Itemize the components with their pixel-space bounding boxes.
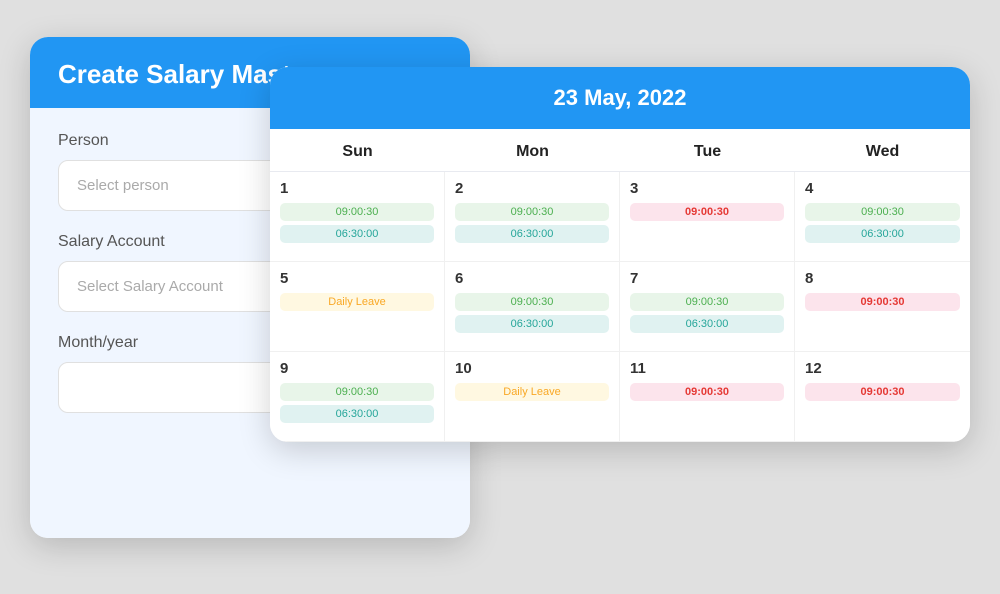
cal-date-2: 2: [455, 180, 609, 197]
day-header-sun: Sun: [270, 129, 445, 172]
badge: 06:30:00: [280, 405, 434, 423]
cal-cell-2[interactable]: 2 09:00:30 06:30:00: [445, 172, 620, 262]
badge: 06:30:00: [455, 315, 609, 333]
badge: 09:00:30: [630, 383, 784, 401]
cal-cell-8[interactable]: 8 09:00:30: [795, 262, 970, 352]
badge: 09:00:30: [280, 203, 434, 221]
cal-date-9: 9: [280, 360, 434, 377]
cal-cell-7[interactable]: 7 09:00:30 06:30:00: [620, 262, 795, 352]
cal-cell-3[interactable]: 3 09:00:30: [620, 172, 795, 262]
cal-date-12: 12: [805, 360, 960, 377]
calendar-header: 23 May, 2022: [270, 67, 970, 129]
salary-account-placeholder: Select Salary Account: [77, 278, 223, 295]
badge: Daily Leave: [455, 383, 609, 401]
day-header-wed: Wed: [795, 129, 970, 172]
badge: 06:30:00: [630, 315, 784, 333]
day-header-mon: Mon: [445, 129, 620, 172]
cal-cell-5[interactable]: 5 Daily Leave: [270, 262, 445, 352]
cal-date-11: 11: [630, 360, 784, 377]
cal-cell-10[interactable]: 10 Daily Leave: [445, 352, 620, 442]
badge: 09:00:30: [805, 293, 960, 311]
badge: 06:30:00: [280, 225, 434, 243]
cal-date-3: 3: [630, 180, 784, 197]
cal-date-5: 5: [280, 270, 434, 287]
badge: 09:00:30: [455, 293, 609, 311]
badge: 09:00:30: [630, 293, 784, 311]
cal-cell-6[interactable]: 6 09:00:30 06:30:00: [445, 262, 620, 352]
cal-date-6: 6: [455, 270, 609, 287]
cal-date-7: 7: [630, 270, 784, 287]
badge: 09:00:30: [805, 203, 960, 221]
badge: 09:00:30: [455, 203, 609, 221]
cal-date-4: 4: [805, 180, 960, 197]
calendar-grid: SunMonTueWed 1 09:00:30 06:30:00 2 09:00:30 06…: [270, 129, 970, 442]
cal-cell-4[interactable]: 4 09:00:30 06:30:00: [795, 172, 970, 262]
cal-cell-11[interactable]: 11 09:00:30: [620, 352, 795, 442]
badge: Daily Leave: [280, 293, 434, 311]
badge: 06:30:00: [455, 225, 609, 243]
badge: 09:00:30: [280, 383, 434, 401]
calendar-card: 23 May, 2022 SunMonTueWed 1 09:00:30 06:30:…: [270, 67, 970, 442]
person-placeholder: Select person: [77, 177, 169, 194]
badge: 09:00:30: [630, 203, 784, 221]
badge: 06:30:00: [805, 225, 960, 243]
cal-cell-12[interactable]: 12 09:00:30: [795, 352, 970, 442]
day-header-tue: Tue: [620, 129, 795, 172]
cal-date-8: 8: [805, 270, 960, 287]
cal-cell-9[interactable]: 9 09:00:30 06:30:00: [270, 352, 445, 442]
cal-date-10: 10: [455, 360, 609, 377]
calendar-title: 23 May, 2022: [554, 85, 687, 110]
cal-date-1: 1: [280, 180, 434, 197]
badge: 09:00:30: [805, 383, 960, 401]
cal-cell-1[interactable]: 1 09:00:30 06:30:00: [270, 172, 445, 262]
